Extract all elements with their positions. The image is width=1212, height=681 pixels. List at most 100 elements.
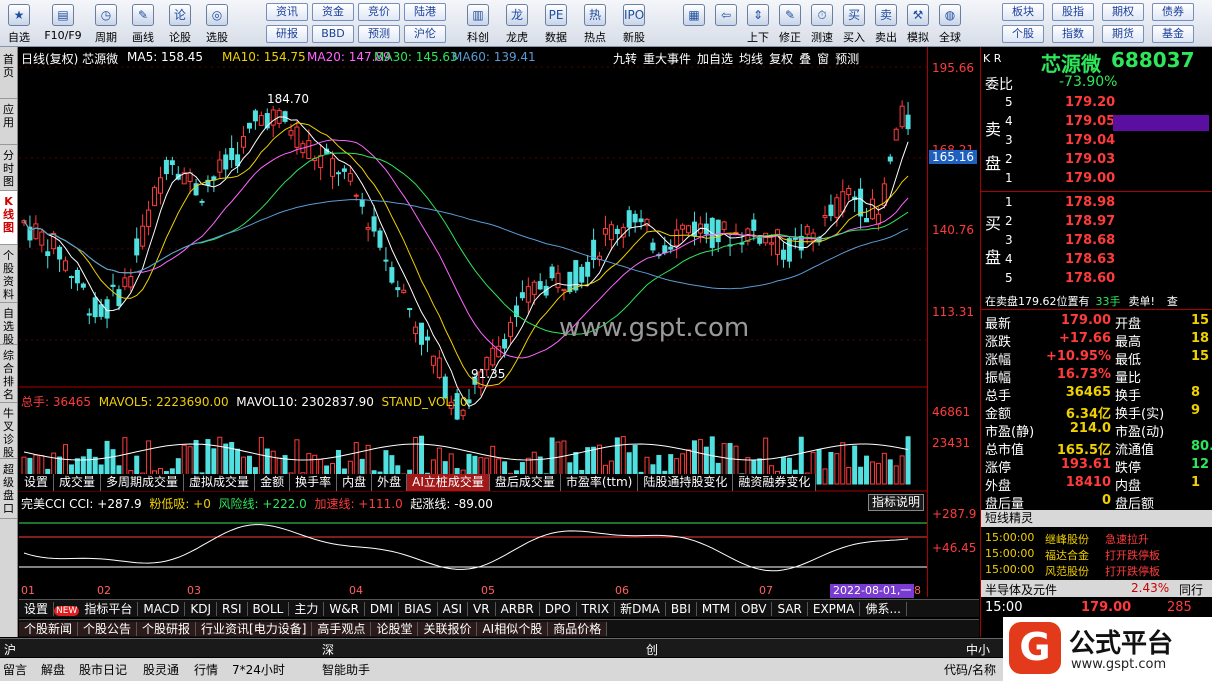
elf-stock[interactable]: 继峰股份	[1045, 531, 1089, 547]
toolbar-buy-button[interactable]: 买买入	[838, 2, 870, 45]
indicator-platform-tab[interactable]: SAR	[772, 602, 808, 616]
indicator-platform-tab[interactable]: 主力	[289, 602, 325, 616]
status-bar-item[interactable]: 留言	[3, 661, 27, 678]
notice-more[interactable]: 查	[1167, 295, 1178, 308]
indicator-platform-tab[interactable]: 新DMA	[615, 602, 666, 616]
market-index-slot[interactable]: 创	[646, 641, 658, 658]
status-bar-item[interactable]: 7*24小时	[232, 661, 285, 678]
leftnav-item[interactable]: 个股资料	[0, 245, 17, 303]
indicator-platform-tab[interactable]: 佛系...	[860, 602, 907, 616]
toolbar-back-arrow-button[interactable]: ⇦	[710, 2, 742, 45]
indicator-platform-tab[interactable]: VR	[468, 602, 496, 616]
bid-price[interactable]: 178.98	[1065, 195, 1115, 210]
indicator-tab[interactable]: 外盘	[372, 474, 408, 491]
news-tab[interactable]: 个股新闻	[19, 622, 79, 636]
chart-canvas[interactable]: 0102030405060708	[19, 47, 927, 597]
toolbar-text-button[interactable]: 陆港	[404, 3, 446, 21]
news-tab[interactable]: 个股研报	[137, 622, 197, 636]
indicator-platform-tab[interactable]: ASI	[437, 602, 469, 616]
indicator-tab[interactable]: 换手率	[290, 474, 338, 491]
toolbar-star-button[interactable]: ★ 自选	[2, 2, 36, 45]
ask-price[interactable]: 179.04	[1065, 133, 1115, 148]
indicator-platform-tab[interactable]: BBI	[665, 602, 697, 616]
leftnav-item[interactable]: 自选股	[0, 303, 17, 346]
ask-price[interactable]: 179.20	[1065, 95, 1115, 110]
indicator-platform-tab[interactable]: KDJ	[185, 602, 217, 616]
toolbar-text-button[interactable]: 期权	[1102, 3, 1144, 21]
bid-price[interactable]: 178.63	[1065, 252, 1115, 267]
ask-price[interactable]: 179.03	[1065, 152, 1115, 167]
status-bar-item[interactable]: 智能助手	[322, 661, 370, 678]
toolbar-hammer-button[interactable]: ⚒ 模拟	[902, 2, 934, 45]
indicator-platform-tab[interactable]: BIAS	[399, 602, 438, 616]
news-tab[interactable]: 行业资讯[电力设备]	[196, 622, 313, 636]
toolbar-updown-button[interactable]: ⇕ 上下	[742, 2, 774, 45]
indicator-platform-tab[interactable]: TRIX	[576, 602, 616, 616]
leftnav-item[interactable]: K线图	[0, 191, 17, 245]
leftnav-item[interactable]: 首页	[0, 49, 17, 99]
indicator-tab[interactable]: 内盘	[337, 474, 373, 491]
indicator-platform-tab[interactable]: DMI	[364, 602, 400, 616]
toolbar-sell-button[interactable]: 卖卖出	[870, 2, 902, 45]
ask-price[interactable]: 179.00	[1065, 171, 1115, 186]
toolbar-text-button[interactable]: 指数	[1052, 25, 1094, 43]
toolbar-text-button[interactable]: 个股	[1002, 25, 1044, 43]
news-tab[interactable]: 高手观点	[312, 622, 372, 636]
kline-chart-area[interactable]: 日线(复权) 芯源微 MA5: 158.45 MA10: 154.75 MA20…	[19, 47, 927, 598]
toolbar-ipo-button[interactable]: IPO 新股	[616, 2, 652, 45]
toolbar-speed-button[interactable]: ⏱ 测速	[806, 2, 838, 45]
news-tab[interactable]: 论股堂	[371, 622, 419, 636]
toolbar-hot-button[interactable]: 热热点	[577, 2, 613, 45]
code-search-label[interactable]: 代码/名称	[944, 661, 996, 678]
toolbar-clock-button[interactable]: ◷ 周期	[89, 2, 123, 45]
toolbar-text-button[interactable]: 资讯	[266, 3, 308, 21]
indicator-platform-tab[interactable]: 设置	[19, 602, 55, 616]
indicator-platform-tab[interactable]: RSI	[217, 602, 248, 616]
news-tab[interactable]: 商品价格	[548, 622, 608, 636]
toolbar-text-button[interactable]: 期货	[1102, 25, 1144, 43]
toolbar-select-stock-button[interactable]: ◎ 选股	[200, 2, 234, 45]
elf-stock[interactable]: 福达合金	[1045, 547, 1089, 563]
indicator-platform-tab[interactable]: 指标平台	[79, 602, 139, 616]
toolbar-text-button[interactable]: 股指	[1052, 3, 1094, 21]
sector-name[interactable]: 半导体及元件	[985, 581, 1057, 598]
indicator-platform-tab[interactable]: BOLL	[247, 602, 290, 616]
toolbar-text-button[interactable]: 板块	[1002, 3, 1044, 21]
indicator-tab[interactable]: 金额	[255, 474, 291, 491]
toolbar-globe-button[interactable]: ◍ 全球	[934, 2, 966, 45]
bid-price[interactable]: 178.97	[1065, 214, 1115, 229]
market-index-slot[interactable]: 沪	[4, 641, 16, 658]
indicator-platform-tab[interactable]: ARBR	[495, 602, 540, 616]
toolbar-discuss-button[interactable]: 论论股	[163, 2, 197, 45]
indicator-help-button[interactable]: 指标说明	[868, 494, 924, 511]
indicator-platform-tab[interactable]: EXPMA	[807, 602, 861, 616]
elf-stock[interactable]: 风范股份	[1045, 563, 1089, 579]
indicator-platform-tab[interactable]: W&R	[324, 602, 365, 616]
status-bar-item[interactable]: 解盘	[41, 661, 65, 678]
toolbar-chart-button[interactable]: ▥ 科创	[460, 2, 496, 45]
toolbar-text-button[interactable]: 竞价	[358, 3, 400, 21]
toolbar-windows-button[interactable]: ▦	[678, 2, 710, 45]
leftnav-item[interactable]: 分时图	[0, 145, 17, 191]
leftnav-item[interactable]: 牛叉诊股	[0, 403, 17, 459]
indicator-tab[interactable]: 融资融券变化	[733, 474, 817, 491]
toolbar-text-button[interactable]: 沪伦	[404, 25, 446, 43]
leftnav-item[interactable]: 超级盘口	[0, 459, 17, 519]
toolbar-pe-button[interactable]: PE 数据	[538, 2, 574, 45]
indicator-platform-tab[interactable]: MTM	[696, 602, 736, 616]
indicator-platform-tab[interactable]: OBV	[735, 602, 773, 616]
toolbar-text-button[interactable]: 研报	[266, 25, 308, 43]
toolbar-text-button[interactable]: 债券	[1152, 3, 1194, 21]
news-tab[interactable]: 个股公告	[78, 622, 138, 636]
indicator-platform-tab[interactable]: DPO	[539, 602, 577, 616]
news-tab[interactable]: AI相似个股	[477, 622, 549, 636]
leftnav-item[interactable]: 综合排名	[0, 345, 17, 403]
bid-price[interactable]: 178.60	[1065, 271, 1115, 286]
ask-price[interactable]: 179.05	[1065, 114, 1115, 129]
toolbar-pencil-button[interactable]: ✎ 画线	[126, 2, 160, 45]
indicator-tab[interactable]: 多周期成交量	[101, 474, 185, 491]
toolbar-text-button[interactable]: 资金	[312, 3, 354, 21]
status-bar-item[interactable]: 股市日记	[79, 661, 127, 678]
toolbar-f10-button[interactable]: ▤ F10/F9	[39, 2, 87, 45]
news-tab[interactable]: 关联报价	[418, 622, 478, 636]
